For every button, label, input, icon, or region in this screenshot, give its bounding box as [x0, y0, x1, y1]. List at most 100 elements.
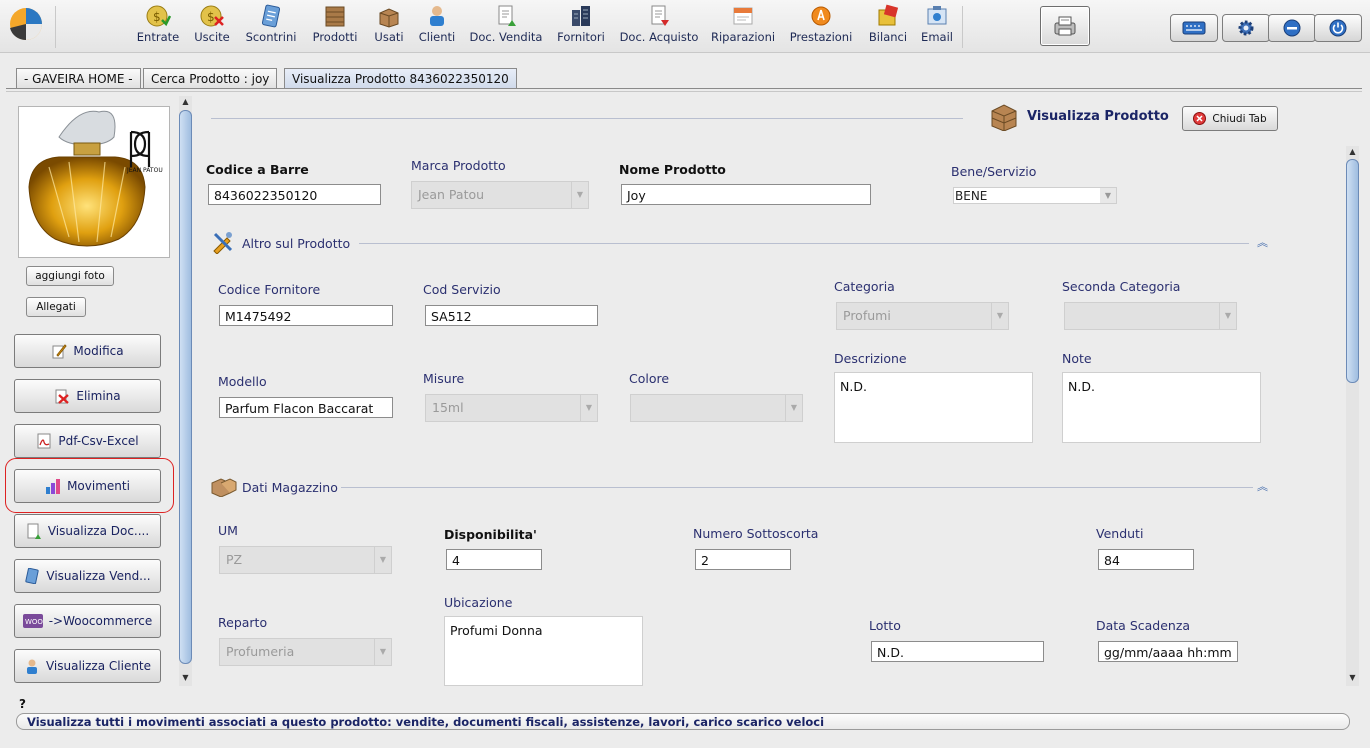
- toolbar-entrate[interactable]: $ Entrate: [136, 4, 180, 50]
- view-customer-button[interactable]: Visualizza Cliente: [14, 649, 161, 683]
- power-icon: [1329, 19, 1347, 37]
- tools-icon: [213, 232, 233, 254]
- model-input[interactable]: Parfum Flacon Baccarat: [219, 397, 393, 418]
- add-photo-button[interactable]: aggiungi foto: [26, 266, 114, 286]
- delete-icon: [55, 389, 70, 404]
- toolbar-bilanci[interactable]: Bilanci: [867, 4, 909, 50]
- scroll-thumb[interactable]: [179, 110, 192, 664]
- toolbar-uscite[interactable]: $ Uscite: [192, 4, 232, 50]
- toolbar-label: Riparazioni: [711, 30, 776, 44]
- category-value: Profumi: [843, 308, 891, 323]
- keyboard-button[interactable]: [1170, 14, 1218, 42]
- brand-value: Jean Patou: [418, 187, 485, 202]
- tab-view-product[interactable]: Visualizza Prodotto 8436022350120: [284, 68, 517, 89]
- section-divider: [341, 487, 1253, 488]
- tab-search-product[interactable]: Cerca Prodotto : joy: [143, 68, 278, 89]
- notes-label: Note: [1062, 351, 1092, 366]
- type-select[interactable]: BENE ▼: [953, 187, 1117, 204]
- scroll-up-arrow[interactable]: ▲: [179, 96, 192, 108]
- color-select[interactable]: ▼: [630, 394, 803, 422]
- toolbar-riparazioni[interactable]: Riparazioni: [711, 4, 775, 50]
- lot-input[interactable]: N.D.: [871, 641, 1044, 662]
- page-title: Visualizza Prodotto: [1027, 109, 1169, 124]
- settings-button[interactable]: [1222, 14, 1270, 42]
- toolbar-doc-vendita[interactable]: Doc. Vendita: [469, 4, 543, 50]
- location-label: Ubicazione: [444, 595, 513, 610]
- chevron-down-icon: ▼: [991, 303, 1008, 329]
- gear-icon: [1238, 20, 1254, 36]
- view-documents-label: Visualizza Doc....: [47, 524, 150, 538]
- second-category-label: Seconda Categoria: [1062, 279, 1181, 294]
- toolbar-clienti[interactable]: Clienti: [418, 4, 456, 50]
- toolbar-label: Email: [921, 30, 953, 44]
- service-code-input[interactable]: SA512: [425, 305, 598, 326]
- power-button[interactable]: [1314, 14, 1362, 42]
- scroll-down-arrow[interactable]: ▼: [179, 672, 192, 684]
- understock-input[interactable]: 2: [695, 549, 791, 570]
- toolbar-label: Usati: [374, 30, 404, 44]
- product-detail-panel: Visualizza Prodotto Chiudi Tab Codice a …: [193, 96, 1343, 686]
- collapse-other-icon[interactable]: ︽: [1257, 234, 1268, 250]
- barcode-input[interactable]: 8436022350120: [208, 184, 381, 205]
- category-select[interactable]: Profumi ▼: [836, 302, 1009, 330]
- delete-button[interactable]: Elimina: [14, 379, 161, 413]
- toolbar-usati[interactable]: Usati: [372, 4, 406, 50]
- view-sales-button[interactable]: Visualizza Vend...: [14, 559, 161, 593]
- toolbar-label: Doc. Acquisto: [619, 30, 699, 44]
- delete-label: Elimina: [76, 389, 121, 403]
- scroll-up-arrow[interactable]: ▲: [1346, 146, 1359, 158]
- cash-register-button[interactable]: [1040, 6, 1090, 46]
- toolbar-doc-acquisto[interactable]: Doc. Acquisto: [619, 4, 699, 50]
- pdf-icon: [37, 433, 51, 449]
- section-other-title: Altro sul Prodotto: [242, 236, 351, 251]
- coin-in-icon: $: [146, 5, 171, 27]
- tab-home[interactable]: - GAVEIRA HOME -: [16, 68, 141, 89]
- description-textarea[interactable]: N.D.: [834, 372, 1033, 443]
- scroll-down-arrow[interactable]: ▼: [1346, 672, 1359, 684]
- toolbar-email[interactable]: Email: [920, 4, 954, 50]
- brand-select[interactable]: Jean Patou ▼: [411, 181, 589, 209]
- movements-highlight: [5, 458, 174, 513]
- woocommerce-button[interactable]: WOO ->Woocommerce: [14, 604, 161, 638]
- scroll-thumb[interactable]: [1346, 159, 1359, 383]
- attachments-button[interactable]: Allegati: [26, 297, 86, 317]
- supplier-code-input[interactable]: M1475492: [219, 305, 393, 326]
- um-select[interactable]: PZ ▼: [219, 546, 392, 574]
- tab-divider: [6, 88, 1362, 89]
- left-panel-scrollbar[interactable]: ▲ ▼: [179, 96, 192, 686]
- notes-textarea[interactable]: N.D.: [1062, 372, 1261, 443]
- view-documents-button[interactable]: Visualizza Doc....: [14, 514, 161, 548]
- toolbar-label: Scontrini: [245, 30, 297, 44]
- toolbar-prestazioni[interactable]: Prestazioni: [788, 4, 854, 50]
- edit-button[interactable]: Modifica: [14, 334, 161, 368]
- minimize-button[interactable]: [1268, 14, 1316, 42]
- main-panel-scrollbar[interactable]: ▲ ▼: [1346, 146, 1359, 686]
- help-indicator[interactable]: ?: [19, 697, 26, 711]
- size-label: Misure: [423, 371, 465, 386]
- toolbar-scontrini[interactable]: Scontrini: [244, 4, 298, 50]
- product-name-input[interactable]: Joy: [621, 184, 871, 205]
- brand-logo-text: JEAN PATOU: [127, 167, 163, 174]
- svg-text:WOO: WOO: [25, 618, 43, 626]
- export-button[interactable]: Pdf-Csv-Excel: [14, 424, 161, 458]
- size-select[interactable]: 15ml ▼: [425, 394, 598, 422]
- model-label: Modello: [218, 374, 267, 389]
- toolbar-prodotti[interactable]: Prodotti: [311, 4, 359, 50]
- customer-icon: [26, 659, 37, 674]
- main-toolbar: $ Entrate $ Uscite Scontrini Prodotti Us…: [0, 0, 1370, 53]
- chevron-down-icon: ▼: [374, 547, 391, 573]
- sold-input[interactable]: 84: [1098, 549, 1194, 570]
- availability-input[interactable]: 4: [446, 549, 542, 570]
- app-logo[interactable]: [8, 6, 44, 42]
- second-category-select[interactable]: ▼: [1064, 302, 1237, 330]
- collapse-warehouse-icon[interactable]: ︽: [1257, 478, 1268, 494]
- section-divider: [359, 243, 1249, 244]
- expiry-input[interactable]: gg/mm/aaaa hh:mm: [1098, 641, 1238, 662]
- department-select[interactable]: Profumeria ▼: [219, 638, 392, 666]
- close-tab-label: Chiudi Tab: [1212, 112, 1267, 125]
- toolbar-fornitori[interactable]: Fornitori: [555, 4, 607, 50]
- close-tab-button[interactable]: Chiudi Tab: [1182, 106, 1278, 131]
- location-textarea[interactable]: Profumi Donna: [444, 616, 643, 686]
- product-photo: JEAN PATOU: [18, 106, 170, 258]
- chevron-down-icon: ▼: [1100, 188, 1116, 203]
